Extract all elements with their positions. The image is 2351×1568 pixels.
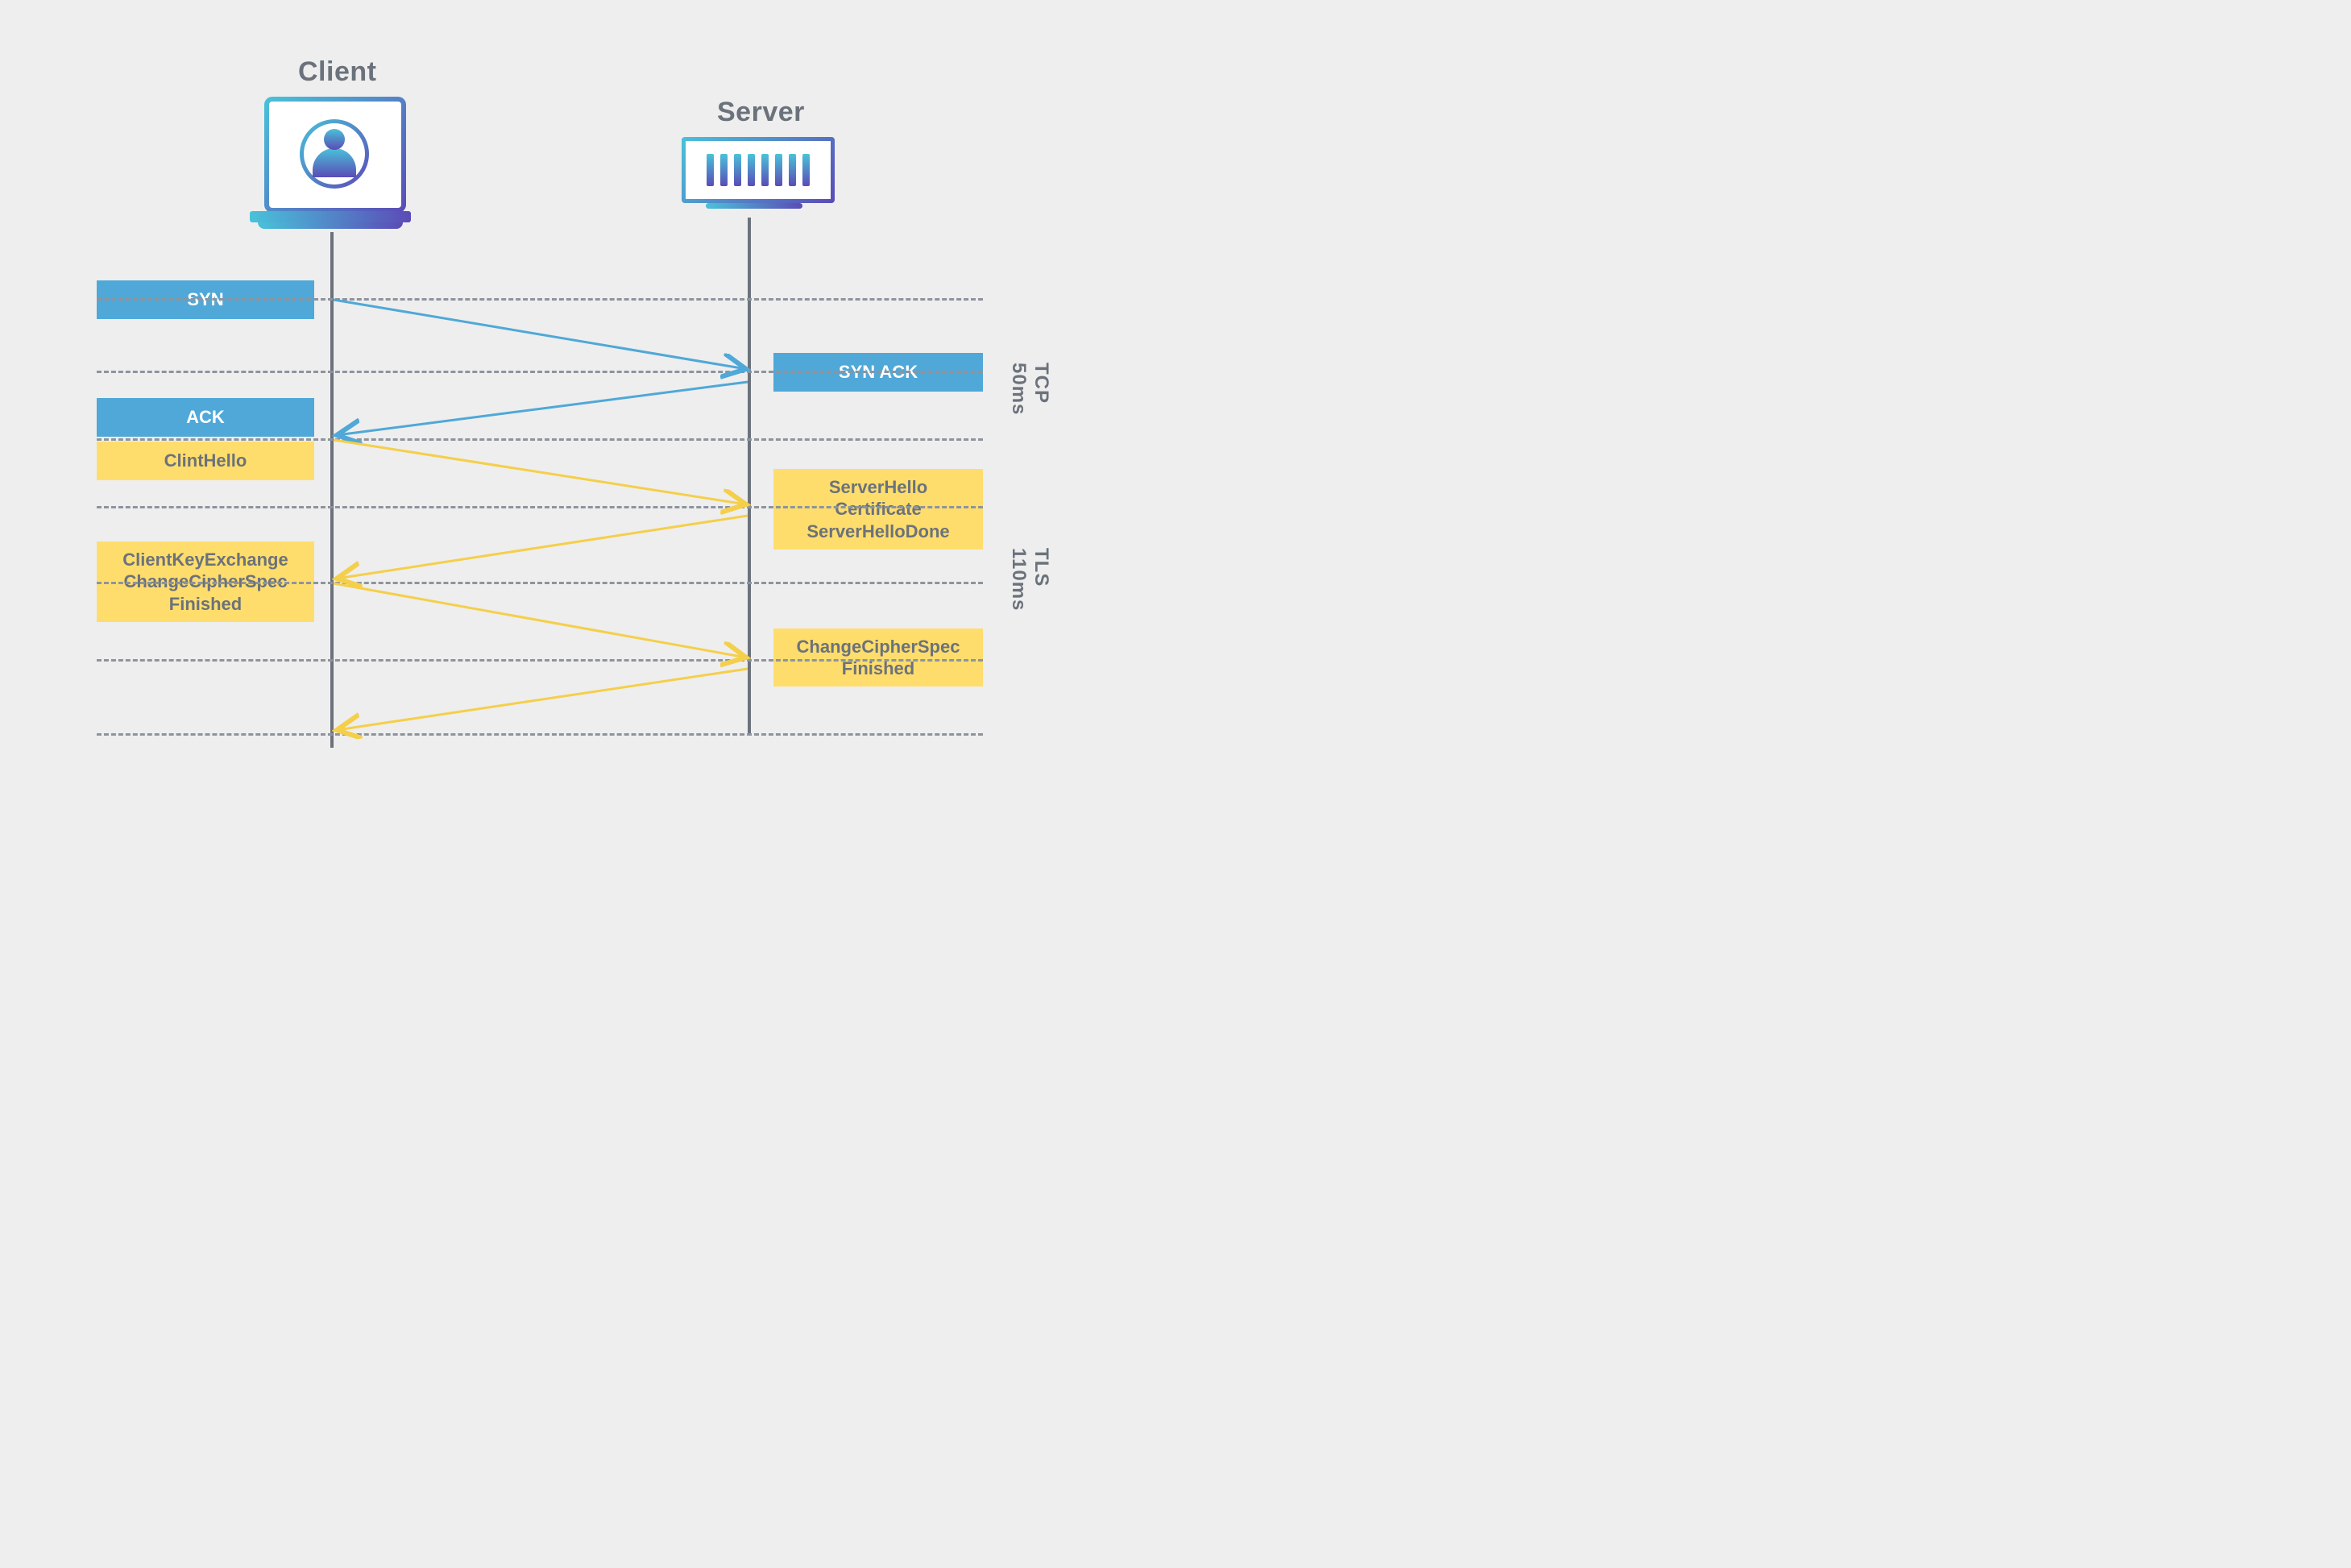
msg-clienthello: ClintHello	[97, 442, 314, 480]
guide-line	[97, 582, 983, 584]
laptop-icon	[250, 97, 411, 250]
arrow-serverhello	[337, 516, 748, 579]
guide-line	[97, 438, 983, 441]
label-tls-phase: TLS110ms	[1007, 548, 1052, 611]
sequence-diagram: Client Server SYN ACK ClintHello ClientK…	[0, 0, 1176, 784]
server-lifeline	[748, 218, 751, 733]
arrow-syn	[334, 300, 746, 369]
client-title: Client	[298, 56, 376, 88]
guide-line	[97, 506, 983, 508]
msg-server-finished: ChangeCipherSpecFinished	[773, 628, 983, 687]
arrow-client-kex	[334, 583, 746, 657]
client-lifeline	[330, 232, 334, 748]
guide-line	[97, 371, 983, 373]
msg-ack: ACK	[97, 398, 314, 437]
label-tcp-phase: TCP50ms	[1007, 363, 1052, 415]
msg-serverhello: ServerHelloCertificateServerHelloDone	[773, 469, 983, 550]
arrow-server-finished	[337, 669, 748, 730]
guide-line	[97, 659, 983, 662]
server-icon	[682, 137, 827, 234]
guide-line	[97, 733, 983, 736]
arrow-synack	[337, 382, 748, 435]
arrow-clienthello	[334, 440, 746, 504]
arrows-layer	[0, 0, 1176, 784]
guide-line	[97, 298, 983, 301]
server-title: Server	[717, 97, 805, 128]
